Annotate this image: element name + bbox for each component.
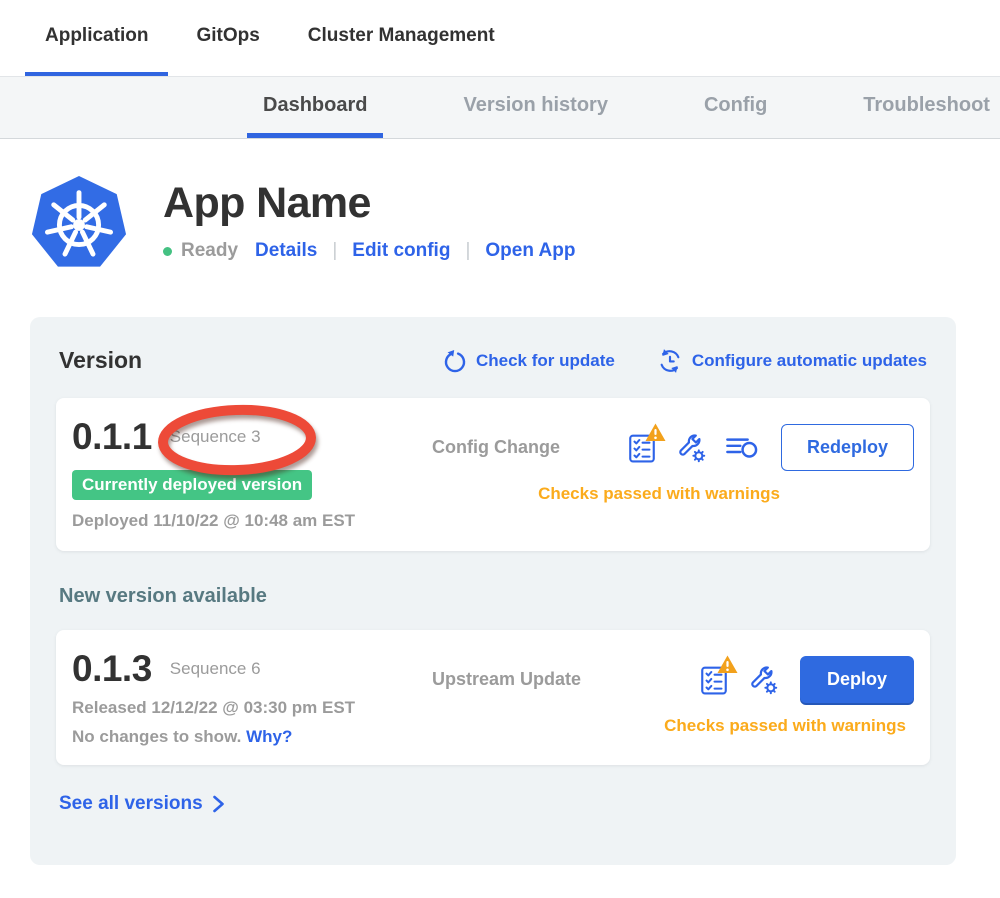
current-version-number: 0.1.1 <box>72 416 152 458</box>
no-changes-text: No changes to show. Why? <box>72 727 404 747</box>
warning-triangle-icon <box>645 423 666 442</box>
released-timestamp: Released 12/12/22 @ 03:30 pm EST <box>72 698 404 718</box>
current-version-sequence: Sequence 3 <box>170 427 261 447</box>
version-card-header: Version Check for update Configure autom… <box>56 347 930 374</box>
refresh-icon <box>443 349 467 373</box>
open-app-link[interactable]: Open App <box>485 240 575 262</box>
auto-update-icon <box>657 348 683 374</box>
app-header: App Name Ready Details | Edit config | O… <box>0 139 1000 277</box>
configure-automatic-updates-link[interactable]: Configure automatic updates <box>657 348 927 374</box>
config-edit-icon[interactable] <box>675 432 706 463</box>
currently-deployed-badge: Currently deployed version <box>72 470 312 500</box>
check-for-update-link[interactable]: Check for update <box>443 348 615 374</box>
why-link[interactable]: Why? <box>246 727 292 746</box>
tab-application[interactable]: Application <box>25 0 168 76</box>
checks-status-available: Checks passed with warnings <box>404 716 914 736</box>
subnav-item-config[interactable]: Config <box>688 77 783 138</box>
status-dot-icon <box>163 247 172 256</box>
kubernetes-logo-icon <box>30 173 128 277</box>
available-version-row: 0.1.3 Sequence 6 Released 12/12/22 @ 03:… <box>56 630 930 765</box>
view-diff-icon[interactable] <box>725 434 759 461</box>
available-version-source: Upstream Update <box>432 669 581 690</box>
version-card-actions: Check for update Configure automatic upd… <box>443 348 927 374</box>
config-edit-icon[interactable] <box>747 664 778 695</box>
available-version-check-icons <box>700 664 778 695</box>
deploy-button[interactable]: Deploy <box>800 656 914 703</box>
check-for-update-label: Check for update <box>476 351 615 371</box>
current-version-info: 0.1.1 Sequence 3 Currently deployed vers… <box>72 416 404 531</box>
edit-config-link[interactable]: Edit config <box>352 240 450 262</box>
current-version-actions: Config Change <box>404 416 914 531</box>
subnav-item-version-history[interactable]: Version history <box>447 77 624 138</box>
chevron-right-icon <box>212 794 225 814</box>
subnav-item-dashboard[interactable]: Dashboard <box>247 77 383 138</box>
top-nav: Application GitOps Cluster Management <box>0 0 1000 77</box>
subnav-item-troubleshoot[interactable]: Troubleshoot <box>847 77 1000 138</box>
available-version-sequence: Sequence 6 <box>170 659 261 679</box>
warning-triangle-icon <box>717 655 738 674</box>
link-separator: | <box>332 240 337 262</box>
sub-nav: Dashboard Version history Config Trouble… <box>0 77 1000 139</box>
current-version-row: 0.1.1 Sequence 3 Currently deployed vers… <box>56 398 930 551</box>
status-text: Ready <box>181 240 238 262</box>
available-version-info: 0.1.3 Sequence 6 Released 12/12/22 @ 03:… <box>72 648 404 747</box>
page-title: App Name <box>163 179 575 228</box>
no-changes-label: No changes to show. <box>72 727 241 746</box>
available-version-actions: Upstream Update <box>404 648 914 747</box>
see-all-versions-label: See all versions <box>59 793 203 815</box>
version-card: Version Check for update Configure autom… <box>30 317 956 865</box>
tab-cluster-management[interactable]: Cluster Management <box>288 0 515 76</box>
app-status-row: Ready Details | Edit config | Open App <box>163 240 575 262</box>
current-version-source: Config Change <box>432 437 560 458</box>
redeploy-button[interactable]: Redeploy <box>781 424 914 471</box>
deployed-timestamp: Deployed 11/10/22 @ 10:48 am EST <box>72 511 404 531</box>
app-header-text: App Name Ready Details | Edit config | O… <box>163 173 575 277</box>
preflight-checks-warning-icon[interactable] <box>700 664 728 695</box>
link-separator: | <box>465 240 470 262</box>
new-version-heading: New version available <box>59 585 930 608</box>
see-all-versions-link[interactable]: See all versions <box>59 793 930 815</box>
available-version-number: 0.1.3 <box>72 648 152 690</box>
current-version-check-icons <box>628 432 759 463</box>
version-heading: Version <box>59 347 142 374</box>
details-link[interactable]: Details <box>255 240 317 262</box>
configure-automatic-updates-label: Configure automatic updates <box>692 351 927 371</box>
preflight-checks-warning-icon[interactable] <box>628 432 656 463</box>
tab-gitops[interactable]: GitOps <box>176 0 279 76</box>
checks-status-current: Checks passed with warnings <box>404 484 914 504</box>
